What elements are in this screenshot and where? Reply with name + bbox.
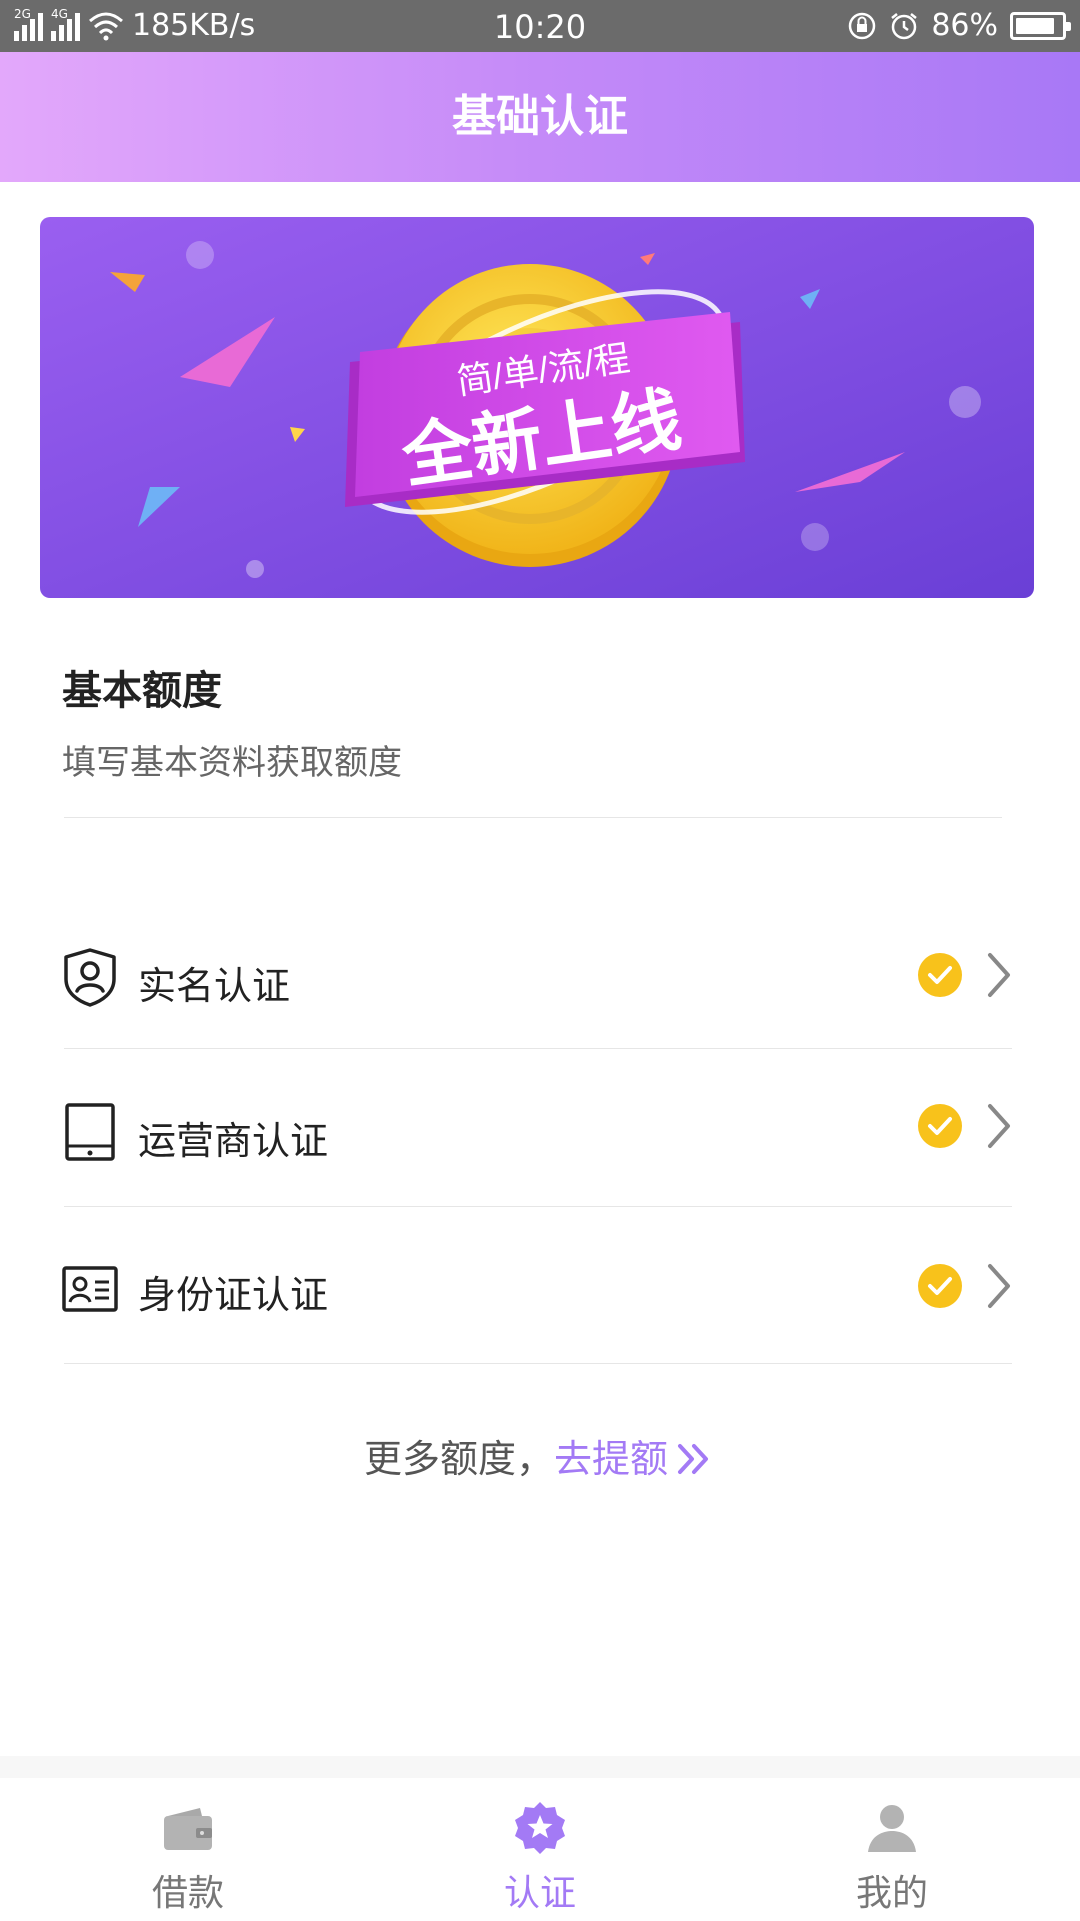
tab-label: 我的	[855, 1873, 928, 1914]
divider	[64, 1206, 1012, 1207]
double-chevron-right-icon[interactable]	[676, 1442, 716, 1476]
rotation-lock-icon	[849, 12, 876, 39]
tab-mine[interactable]: 我的	[792, 1778, 992, 1921]
battery-icon	[1010, 11, 1071, 40]
wallet-icon	[164, 1808, 212, 1850]
alarm-icon	[891, 12, 918, 39]
tab-bar-separator	[0, 1756, 1080, 1778]
raise-quota-link[interactable]: 去提额	[554, 1437, 668, 1481]
person-icon	[868, 1805, 916, 1852]
banner-graphic: 简/单/流/程 全新上线	[40, 217, 1034, 598]
chevron-right-icon	[988, 1264, 1010, 1308]
auth-row-label: 身份证认证	[138, 1273, 329, 1317]
tab-bar: 借款 认证 我的	[0, 1778, 1080, 1921]
auth-row-idcard[interactable]: 身份证认证	[62, 1208, 1014, 1363]
tab-label: 借款	[151, 1873, 224, 1914]
status-right: 86%	[847, 8, 1071, 43]
check-icon	[918, 1104, 962, 1148]
more-quota: 更多额度，去提额	[0, 1428, 1080, 1483]
chevron-right-icon	[988, 953, 1010, 997]
more-quota-text: 更多额度，	[363, 1437, 554, 1481]
star-badge-icon	[515, 1802, 565, 1854]
page-title: 基础认证	[0, 52, 1080, 182]
chevron-right-icon	[988, 1104, 1010, 1148]
tab-loan[interactable]: 借款	[88, 1778, 288, 1921]
auth-row-carrier[interactable]: 运营商认证	[62, 1050, 1014, 1205]
status-bar: 2G 4G 185KB/s 10:20 86%	[0, 0, 1080, 52]
battery-fill	[1016, 17, 1054, 34]
divider	[64, 817, 1002, 818]
divider	[64, 1363, 1012, 1364]
id-card-icon	[62, 1266, 118, 1312]
tablet-icon	[65, 1103, 115, 1161]
tab-label: 认证	[503, 1873, 576, 1914]
battery-percent: 86%	[931, 8, 998, 43]
auth-row-label: 运营商认证	[138, 1119, 329, 1163]
quota-subtitle: 填写基本资料获取额度	[62, 743, 402, 783]
auth-row-realname[interactable]: 实名认证	[62, 897, 1014, 1052]
screen: 2G 4G 185KB/s 10:20 86% 基础认证 简/单/流/程 全新上…	[0, 0, 1080, 1921]
divider	[64, 1048, 1012, 1049]
quota-title: 基本额度	[62, 668, 222, 714]
promo-banner[interactable]: 简/单/流/程 全新上线	[40, 217, 1034, 598]
shield-user-icon	[64, 948, 116, 1007]
auth-row-label: 实名认证	[138, 964, 291, 1008]
check-icon	[918, 953, 962, 997]
tab-certification[interactable]: 认证	[440, 1778, 640, 1921]
check-icon	[918, 1264, 962, 1308]
